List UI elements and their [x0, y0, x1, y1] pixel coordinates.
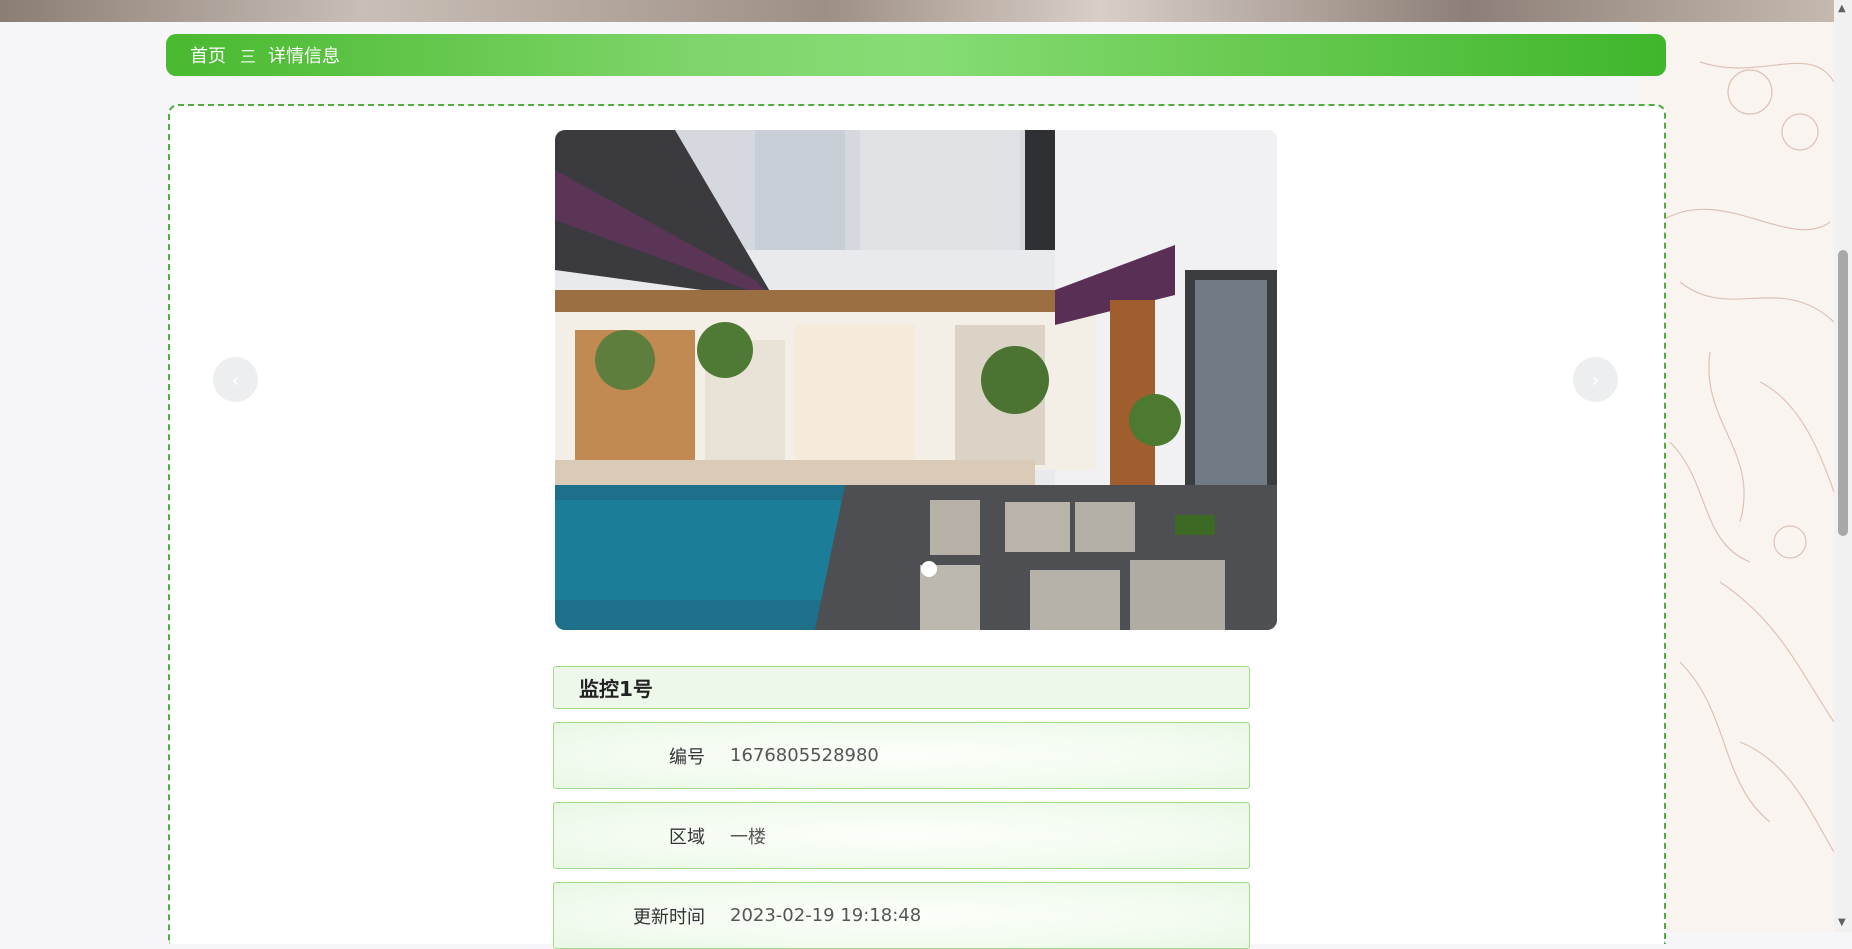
info-label: 更新时间	[633, 906, 705, 928]
info-label: 编号	[669, 746, 705, 768]
breadcrumb: 首页 三 详情信息	[166, 34, 1666, 76]
info-value: 1676805528980	[730, 745, 879, 766]
carousel-prev-button[interactable]: ‹	[213, 357, 258, 402]
breadcrumb-separator: 三	[240, 47, 257, 66]
info-row-updated-time: 更新时间 2023-02-19 19:18:48	[553, 882, 1250, 949]
info-row-id: 编号 1676805528980	[553, 722, 1250, 789]
info-value: 2023-02-19 19:18:48	[730, 905, 922, 926]
info-label: 区域	[669, 826, 705, 848]
scroll-up-arrow-icon[interactable]: ▲	[1838, 4, 1846, 14]
scroll-down-arrow-icon[interactable]: ▼	[1838, 918, 1846, 928]
info-row-area: 区域 一楼	[553, 802, 1250, 869]
breadcrumb-home-link[interactable]: 首页	[190, 42, 226, 68]
breadcrumb-current: 详情信息	[268, 46, 341, 67]
detail-title: 监控1号	[553, 666, 1250, 709]
scroll-thumb[interactable]	[1838, 250, 1848, 536]
floral-background	[1640, 22, 1834, 932]
carousel-next-button[interactable]: ›	[1573, 357, 1618, 402]
top-banner-image	[0, 0, 1834, 22]
carousel-image	[555, 130, 1277, 630]
carousel-indicator-dot[interactable]	[921, 561, 937, 577]
info-value: 一楼	[730, 826, 766, 848]
vertical-scrollbar[interactable]: ▲ ▼	[1834, 0, 1852, 932]
